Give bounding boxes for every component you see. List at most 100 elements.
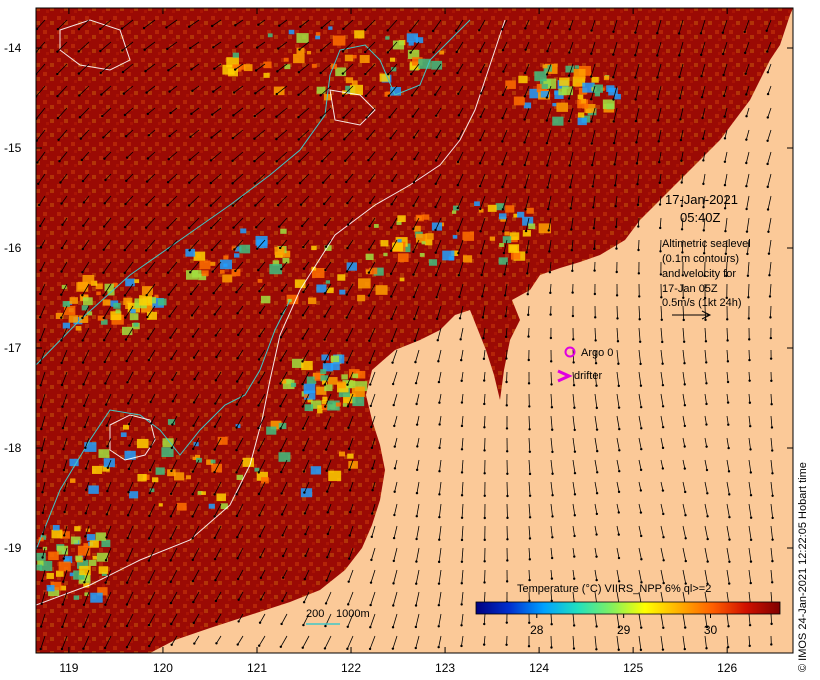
velocity-arrow-head xyxy=(595,625,598,628)
velocity-arrow-head xyxy=(434,251,437,254)
velocity-arrow-head xyxy=(37,182,40,185)
velocity-arrow-head xyxy=(258,289,261,293)
velocity-arrow-head xyxy=(188,158,191,162)
velocity-arrow-head xyxy=(456,160,460,164)
velocity-arrow-head xyxy=(415,402,418,406)
velocity-arrow-head xyxy=(639,511,643,514)
velocity-arrow-head xyxy=(213,493,216,496)
sst-pixel-block xyxy=(594,92,601,97)
velocity-arrow-head xyxy=(302,290,305,294)
velocity-arrow-head xyxy=(104,603,107,607)
sst-pixel-block xyxy=(328,470,342,482)
velocity-arrow-head xyxy=(279,382,282,385)
velocity-arrow-head xyxy=(768,274,771,277)
velocity-arrow-head xyxy=(276,70,279,73)
velocity-arrow-head xyxy=(683,626,687,629)
sst-pixel-block xyxy=(504,231,510,236)
velocity-arrow-head xyxy=(170,446,174,450)
velocity-arrow-head xyxy=(233,248,236,251)
sst-pixel-block xyxy=(113,302,121,309)
sst-pixel-block xyxy=(64,305,76,316)
sst-pixel-block xyxy=(240,228,247,234)
velocity-arrow-head xyxy=(525,251,528,254)
velocity-arrow-head xyxy=(528,558,532,561)
velocity-arrow-head xyxy=(368,224,371,228)
velocity-arrow-head xyxy=(637,272,641,275)
velocity-arrow-head xyxy=(257,358,261,361)
sst-pixel-block xyxy=(293,53,305,64)
velocity-arrow-head xyxy=(81,247,84,251)
velocity-arrow xyxy=(550,371,552,385)
velocity-arrow-head xyxy=(81,271,84,274)
velocity-arrow-head xyxy=(102,225,106,228)
velocity-arrow-head xyxy=(550,383,553,386)
velocity-arrow-head xyxy=(213,448,216,451)
sst-pixel-block xyxy=(173,472,185,481)
velocity-arrow-head xyxy=(722,94,726,98)
velocity-arrow-head xyxy=(279,246,282,250)
velocity-arrow-head xyxy=(546,207,550,211)
velocity-arrow-head xyxy=(590,52,593,55)
sst-pixel-block xyxy=(208,503,215,509)
sst-pixel-block xyxy=(88,485,99,494)
velocity-arrow-head xyxy=(370,446,374,450)
velocity-arrow-head xyxy=(434,114,438,117)
velocity-arrow-head xyxy=(386,73,390,76)
velocity-arrow-head xyxy=(528,494,532,497)
velocity-arrow-head xyxy=(371,489,374,492)
sst-pixel-block xyxy=(96,291,101,296)
sst-pixel-block xyxy=(591,76,599,83)
velocity-arrow-head xyxy=(590,142,593,145)
velocity-arrow-head xyxy=(368,361,371,365)
velocity-arrow-head xyxy=(682,318,685,322)
sst-pixel-block xyxy=(502,236,512,243)
velocity-arrow-head xyxy=(145,203,148,206)
velocity-arrow-head xyxy=(612,53,615,56)
velocity-arrow-head xyxy=(411,115,415,118)
velocity-arrow-head xyxy=(190,112,193,116)
velocity-arrow-head xyxy=(456,183,460,187)
sst-pixel-block xyxy=(62,301,70,307)
velocity-arrow-head xyxy=(393,424,396,428)
velocity-arrow-head xyxy=(770,426,774,429)
velocity-arrow-head xyxy=(144,249,148,252)
velocity-arrow-head xyxy=(319,94,322,97)
sst-pixel-block xyxy=(157,298,167,306)
velocity-arrow-head xyxy=(99,27,102,31)
velocity-arrow-head xyxy=(415,582,418,585)
sst-pixel-block xyxy=(577,112,585,118)
velocity-arrow-head xyxy=(345,180,348,184)
sst-pixel-block xyxy=(75,325,82,331)
velocity-arrow-head xyxy=(320,26,323,30)
velocity-arrow-head xyxy=(84,535,87,538)
velocity-arrow-head xyxy=(124,202,127,206)
sst-pixel-block xyxy=(311,245,317,251)
sst-pixel-block xyxy=(55,570,64,577)
velocity-arrow-head xyxy=(415,423,419,426)
velocity-arrow-head xyxy=(324,405,327,408)
velocity-arrow-head xyxy=(257,492,261,496)
velocity-arrow-head xyxy=(369,383,372,386)
velocity-arrow-head xyxy=(613,184,617,187)
velocity-arrow-head xyxy=(191,447,195,451)
sst-pixel-block xyxy=(136,438,149,449)
sst-pixel-block xyxy=(155,467,165,475)
sst-pixel-block xyxy=(120,432,127,437)
velocity-arrow-head xyxy=(41,511,45,515)
sst-pixel-block xyxy=(243,64,253,72)
velocity-arrow-head xyxy=(592,206,595,209)
velocity-arrow-head xyxy=(147,134,151,137)
velocity-arrow-head xyxy=(82,224,85,227)
velocity-arrow-head xyxy=(545,119,549,122)
note-line-2: (0.1m contours) xyxy=(662,253,739,265)
velocity-arrow-head xyxy=(747,317,751,320)
velocity-arrow-head xyxy=(482,357,486,361)
velocity-arrow-head xyxy=(234,24,237,27)
velocity-arrow-head xyxy=(662,626,665,630)
velocity-arrow-head xyxy=(594,362,598,365)
velocity-arrow-head xyxy=(434,228,437,232)
velocity-arrow-head xyxy=(766,71,770,74)
velocity-arrow-head xyxy=(389,137,392,140)
velocity-arrow-head xyxy=(301,382,304,386)
sst-pixel-block xyxy=(462,231,475,241)
